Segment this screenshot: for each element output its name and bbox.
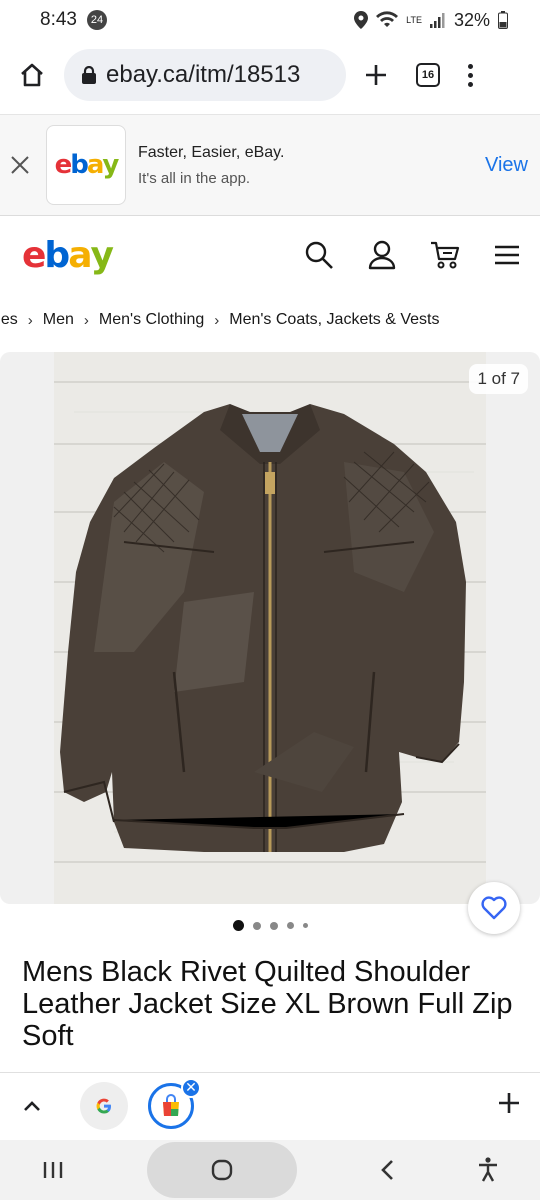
close-icon[interactable]	[0, 155, 42, 175]
ebay-logo-small: ebay	[54, 150, 120, 180]
home-button[interactable]	[0, 44, 64, 106]
search-icon[interactable]	[304, 240, 334, 270]
status-indicators: LTE 32%	[354, 10, 508, 31]
breadcrumb-item[interactable]: Men's Coats, Jackets & Vests	[229, 311, 439, 329]
ebay-app-icon[interactable]: ebay	[46, 125, 126, 205]
close-icon[interactable]: ✕	[181, 1077, 201, 1098]
signal-icon	[429, 13, 445, 28]
home-circle-icon	[211, 1159, 233, 1181]
breadcrumb-item[interactable]: Men	[43, 311, 74, 329]
image-gallery[interactable]: 1 of 7	[0, 352, 540, 904]
browser-toolbar: ebay.ca/itm/18513 16	[0, 44, 540, 106]
pagination-dot[interactable]	[286, 922, 294, 929]
lock-icon[interactable]	[82, 66, 96, 84]
google-button[interactable]	[80, 1081, 128, 1130]
pagination-dot[interactable]	[269, 921, 278, 930]
battery-icon	[498, 11, 508, 29]
pagination-dot[interactable]	[252, 921, 261, 930]
image-counter: 1 of 7	[469, 364, 528, 394]
tab-switcher-button[interactable]: 16	[416, 63, 440, 87]
shopping-button[interactable]: ✕	[148, 1077, 201, 1129]
notification-count-badge: 24	[86, 10, 107, 30]
status-bar: 8:43 24 LTE 32%	[0, 0, 540, 40]
pagination-dot-active[interactable]	[232, 920, 244, 931]
accessibility-icon[interactable]	[477, 1157, 499, 1183]
bottom-toolbar: ✕	[0, 1072, 540, 1138]
recent-apps-icon[interactable]	[41, 1160, 65, 1180]
url-text[interactable]: ebay.ca/itm/18513	[106, 61, 300, 89]
home-icon	[21, 63, 43, 87]
breadcrumb-item[interactable]: Men's Clothing	[99, 311, 204, 329]
app-install-banner: ebay Faster, Easier, eBay. It's all in t…	[0, 114, 540, 216]
chevron-right-icon: ›	[83, 311, 89, 329]
ebay-logo[interactable]: ebay	[22, 235, 114, 276]
breadcrumb-item[interactable]: ries	[0, 311, 18, 329]
wifi-icon	[376, 11, 399, 27]
account-icon[interactable]	[368, 240, 396, 270]
network-type: LTE	[406, 14, 422, 25]
back-icon[interactable]	[379, 1159, 395, 1181]
header-icons	[304, 240, 540, 270]
location-icon	[354, 11, 369, 29]
status-time: 8:43	[40, 9, 77, 30]
shopping-bag-icon	[163, 1093, 179, 1116]
listing-title: Mens Black Rivet Quilted Shoulder Leathe…	[22, 956, 513, 1052]
chevron-right-icon: ›	[27, 311, 33, 329]
system-nav-bar	[0, 1140, 540, 1200]
plus-icon[interactable]	[498, 1092, 520, 1119]
hamburger-icon[interactable]	[494, 245, 520, 265]
browser-actions: 16	[364, 63, 473, 87]
menu-icon[interactable]	[468, 63, 473, 87]
banner-subtitle: It's all in the app.	[138, 169, 251, 187]
product-photo[interactable]	[54, 352, 486, 904]
view-app-button[interactable]: View	[485, 154, 528, 177]
gallery-pagination	[0, 920, 540, 931]
plus-icon[interactable]	[364, 63, 388, 87]
chevron-right-icon: ›	[214, 311, 220, 329]
site-header: ebay	[0, 218, 540, 292]
leather-jacket-image	[54, 352, 486, 904]
chevron-up-icon[interactable]	[0, 1100, 64, 1112]
banner-title: Faster, Easier, eBay.	[138, 143, 285, 161]
cart-icon[interactable]	[430, 240, 460, 270]
google-icon	[96, 1098, 111, 1113]
heart-icon	[481, 896, 507, 920]
home-nav-button[interactable]	[147, 1142, 297, 1198]
address-bar[interactable]: ebay.ca/itm/18513	[64, 49, 346, 101]
pagination-dot[interactable]	[302, 923, 308, 928]
banner-text: Faster, Easier, eBay. It's all in the ap…	[138, 144, 284, 187]
battery-percent: 32%	[453, 9, 490, 30]
breadcrumb: ries › Men › Men's Clothing › Men's Coat…	[0, 300, 532, 340]
